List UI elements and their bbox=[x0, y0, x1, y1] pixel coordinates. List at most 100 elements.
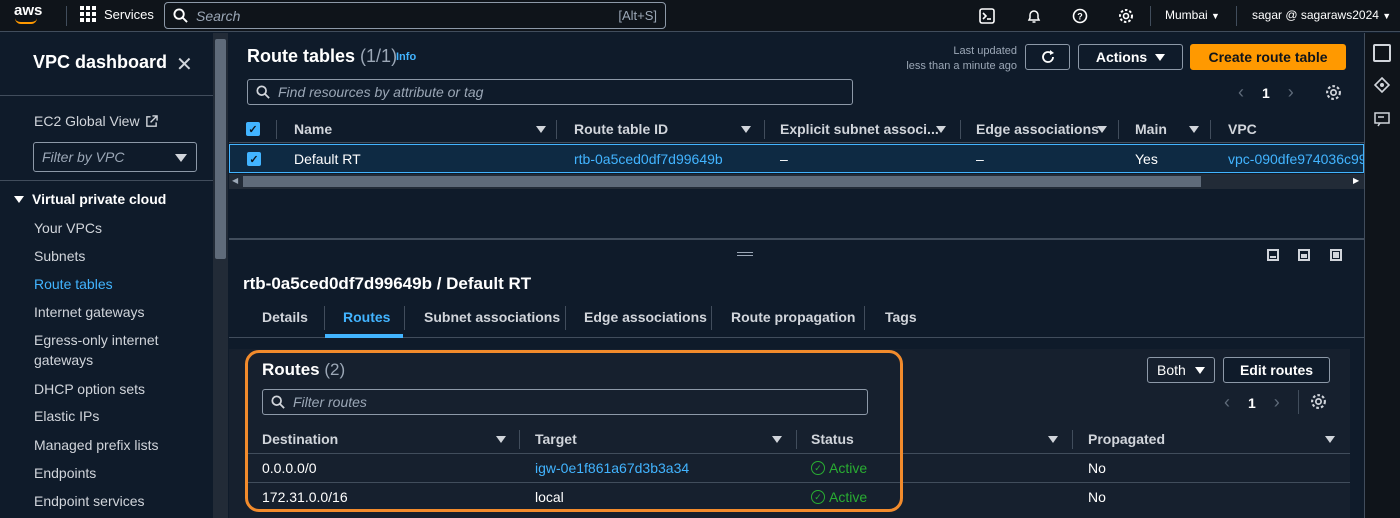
tab-route-propagation[interactable]: Route propagation bbox=[731, 309, 855, 325]
sidebar-item-dhcp[interactable]: DHCP option sets bbox=[34, 381, 145, 397]
sidebar-title[interactable]: VPC dashboard bbox=[33, 52, 167, 73]
cell-propagated: No bbox=[1088, 460, 1106, 476]
actions-button[interactable]: Actions bbox=[1078, 44, 1183, 70]
col-vpc[interactable]: VPC bbox=[1228, 121, 1257, 137]
table-row[interactable]: ✓ Default RT rtb-0a5ced0df7d99649b – – Y… bbox=[229, 144, 1364, 173]
bell-icon[interactable] bbox=[1024, 6, 1044, 26]
divider bbox=[0, 95, 213, 96]
tab-details[interactable]: Details bbox=[262, 309, 308, 325]
ec2-global-view-link[interactable]: EC2 Global View bbox=[34, 113, 158, 129]
settings-icon[interactable] bbox=[1310, 393, 1327, 415]
caret-down-icon: ▼ bbox=[1211, 11, 1220, 21]
col-route-table-id[interactable]: Route table ID bbox=[574, 121, 668, 137]
vpc-section-toggle[interactable]: Virtual private cloud bbox=[14, 191, 166, 207]
scroll-right-icon[interactable]: ▶ bbox=[1353, 176, 1359, 185]
region-selector[interactable]: Mumbai ▼ bbox=[1165, 8, 1220, 22]
search-placeholder: Search bbox=[196, 7, 241, 24]
chevron-left-icon[interactable]: ‹ bbox=[1238, 82, 1244, 103]
caret-down-icon bbox=[14, 195, 24, 203]
sort-icon[interactable] bbox=[536, 126, 546, 133]
cloudshell-icon[interactable] bbox=[977, 6, 997, 26]
tab-subnet-associations[interactable]: Subnet associations bbox=[424, 309, 560, 325]
col-explicit-subnet[interactable]: Explicit subnet associ... bbox=[780, 121, 939, 137]
account-menu[interactable]: sagar @ sagaraws2024 ▼ bbox=[1252, 8, 1391, 22]
sort-icon[interactable] bbox=[1189, 126, 1199, 133]
pane-splitter[interactable] bbox=[229, 238, 1364, 240]
page-title: Route tables (1/1) bbox=[247, 46, 397, 67]
panel-bottom-icon[interactable] bbox=[1267, 249, 1279, 261]
global-search-input[interactable]: Search [Alt+S] bbox=[164, 2, 666, 29]
drag-handle-icon[interactable] bbox=[737, 252, 753, 256]
col-main[interactable]: Main bbox=[1135, 121, 1167, 137]
sort-icon[interactable] bbox=[741, 126, 751, 133]
chevron-right-icon[interactable]: › bbox=[1288, 82, 1294, 103]
scrollbar-thumb[interactable] bbox=[243, 176, 1201, 187]
cell-name: Default RT bbox=[294, 151, 361, 167]
search-icon bbox=[256, 85, 270, 99]
help-icon[interactable]: ? bbox=[1070, 6, 1090, 26]
sort-icon[interactable] bbox=[1048, 436, 1058, 443]
gear-icon[interactable] bbox=[1116, 6, 1136, 26]
search-icon bbox=[173, 8, 188, 23]
section-label: Virtual private cloud bbox=[32, 191, 167, 207]
tab-edge-associations[interactable]: Edge associations bbox=[584, 309, 707, 325]
region-label: Mumbai bbox=[1165, 8, 1208, 22]
sort-icon[interactable] bbox=[936, 126, 946, 133]
sidebar-item-egress-only-cont[interactable]: gateways bbox=[34, 352, 93, 368]
scroll-left-icon[interactable]: ◀ bbox=[232, 176, 238, 185]
caret-down-icon: ▼ bbox=[1382, 11, 1392, 21]
panel-full-icon[interactable] bbox=[1330, 249, 1342, 261]
aws-logo[interactable]: aws bbox=[14, 2, 43, 24]
edit-routes-button[interactable]: Edit routes bbox=[1223, 357, 1330, 383]
row-checkbox[interactable]: ✓ bbox=[247, 152, 261, 166]
divider bbox=[1150, 6, 1151, 26]
chevron-right-icon[interactable]: › bbox=[1274, 392, 1280, 413]
col-edge-associations[interactable]: Edge associations bbox=[976, 121, 1099, 137]
actions-label: Actions bbox=[1095, 49, 1148, 65]
info-link[interactable]: Info bbox=[396, 51, 416, 63]
route-table-id-link[interactable]: rtb-0a5ced0df7d99649b bbox=[574, 151, 723, 167]
chevron-left-icon[interactable]: ‹ bbox=[1224, 392, 1230, 413]
close-icon[interactable]: ✕ bbox=[176, 52, 193, 77]
last-updated-value: less than a minute ago bbox=[906, 60, 1017, 72]
col-propagated[interactable]: Propagated bbox=[1088, 431, 1165, 447]
divider bbox=[1236, 6, 1237, 26]
settings-icon[interactable] bbox=[1325, 84, 1342, 106]
sidebar-item-internet-gateways[interactable]: Internet gateways bbox=[34, 304, 145, 320]
col-name[interactable]: Name bbox=[294, 121, 332, 137]
resource-search-placeholder: Find resources by attribute or tag bbox=[278, 84, 484, 100]
sidebar-item-egress-only[interactable]: Egress-only internet bbox=[34, 332, 159, 348]
sort-icon[interactable] bbox=[1325, 436, 1335, 443]
panel-split-icon[interactable] bbox=[1298, 249, 1310, 261]
sidebar-item-endpoints[interactable]: Endpoints bbox=[34, 465, 96, 481]
sidebar-item-endpoint-services[interactable]: Endpoint services bbox=[34, 493, 145, 509]
status-icon[interactable] bbox=[1373, 76, 1391, 98]
sidebar-item-route-tables[interactable]: Route tables bbox=[34, 276, 113, 292]
routes-page-number[interactable]: 1 bbox=[1248, 395, 1256, 411]
feedback-icon[interactable] bbox=[1374, 112, 1390, 133]
sidebar-item-prefix-lists[interactable]: Managed prefix lists bbox=[34, 437, 159, 453]
create-route-table-button[interactable]: Create route table bbox=[1190, 44, 1346, 70]
sidebar-item-elastic-ips[interactable]: Elastic IPs bbox=[34, 408, 99, 424]
select-all-checkbox[interactable]: ✓ bbox=[246, 122, 260, 136]
refresh-button[interactable] bbox=[1025, 44, 1070, 70]
sidebar-item-subnets[interactable]: Subnets bbox=[34, 248, 85, 264]
route-type-select[interactable]: Both bbox=[1147, 357, 1215, 383]
horizontal-scrollbar[interactable]: ◀ ▶ bbox=[229, 174, 1364, 189]
sidebar-item-your-vpcs[interactable]: Your VPCs bbox=[34, 220, 102, 236]
scrollbar-thumb[interactable] bbox=[215, 39, 226, 259]
sidebar-scrollbar[interactable] bbox=[213, 33, 228, 518]
panel-icon[interactable] bbox=[1373, 44, 1391, 62]
resource-search-input[interactable]: Find resources by attribute or tag bbox=[247, 79, 853, 105]
routes-pagination: ‹ 1 › bbox=[1224, 392, 1280, 413]
tab-tags[interactable]: Tags bbox=[885, 309, 917, 325]
page-title-text: Route tables bbox=[247, 46, 356, 66]
vpc-link[interactable]: vpc-090dfe974036c99 bbox=[1228, 151, 1364, 167]
aws-logo-text: aws bbox=[14, 2, 43, 19]
vpc-filter-select[interactable]: Filter by VPC bbox=[33, 142, 197, 172]
page-number[interactable]: 1 bbox=[1262, 85, 1270, 101]
services-menu[interactable]: Services bbox=[80, 6, 154, 22]
sort-icon[interactable] bbox=[1097, 126, 1107, 133]
tab-routes[interactable]: Routes bbox=[343, 309, 390, 325]
vpc-filter-placeholder: Filter by VPC bbox=[42, 149, 125, 165]
